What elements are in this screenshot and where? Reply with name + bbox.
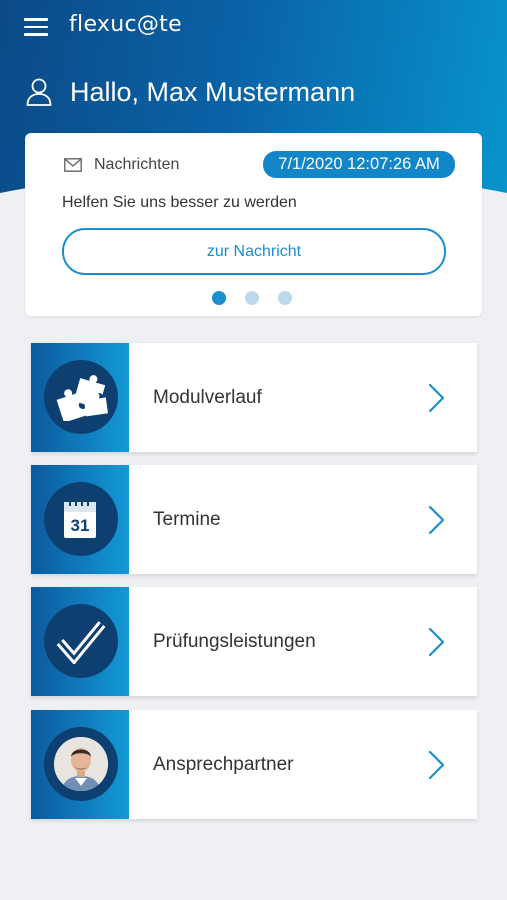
menu-item-label: Termine (153, 509, 221, 530)
mail-icon (64, 158, 82, 172)
chevron-right-icon (428, 627, 445, 657)
carousel-dot-2[interactable] (245, 291, 259, 305)
menu-item-label: Ansprechpartner (153, 754, 294, 775)
menu-item-label: Prüfungsleistungen (153, 631, 316, 652)
tile-strip: 31 (31, 465, 129, 574)
tile-strip (31, 587, 129, 696)
greeting-title: Hallo, Max Mustermann (70, 77, 356, 107)
tile-strip (31, 710, 129, 819)
menu-item-pruefungsleistungen[interactable]: Prüfungsleistungen (31, 587, 477, 696)
contact-avatar (44, 727, 118, 801)
open-message-button[interactable]: zur Nachricht (62, 228, 446, 275)
chevron-right-icon (428, 383, 445, 413)
calendar-icon: 31 (44, 482, 118, 556)
messages-label: Nachrichten (94, 156, 180, 173)
message-card: Nachrichten 7/1/2020 12:07:26 AM Helfen … (25, 133, 482, 316)
message-timestamp-badge: 7/1/2020 12:07:26 AM (263, 151, 455, 178)
carousel-dots (212, 291, 292, 305)
carousel-dot-1[interactable] (212, 291, 226, 305)
app-logo: flexuc@te (69, 12, 182, 37)
menu-item-label: Modulverlauf (153, 387, 262, 408)
carousel-dot-3[interactable] (278, 291, 292, 305)
checkmark-icon (44, 604, 118, 678)
chevron-right-icon (428, 750, 445, 780)
hamburger-menu-icon[interactable] (24, 16, 48, 38)
user-icon (26, 78, 52, 106)
menu-item-termine[interactable]: 31 Termine (31, 465, 477, 574)
chevron-right-icon (428, 505, 445, 535)
puzzle-icon (44, 360, 118, 434)
tile-strip (31, 343, 129, 452)
message-text: Helfen Sie uns besser zu werden (62, 194, 297, 211)
svg-text:31: 31 (71, 516, 90, 535)
menu-item-ansprechpartner[interactable]: Ansprechpartner (31, 710, 477, 819)
menu-item-modulverlauf[interactable]: Modulverlauf (31, 343, 477, 452)
